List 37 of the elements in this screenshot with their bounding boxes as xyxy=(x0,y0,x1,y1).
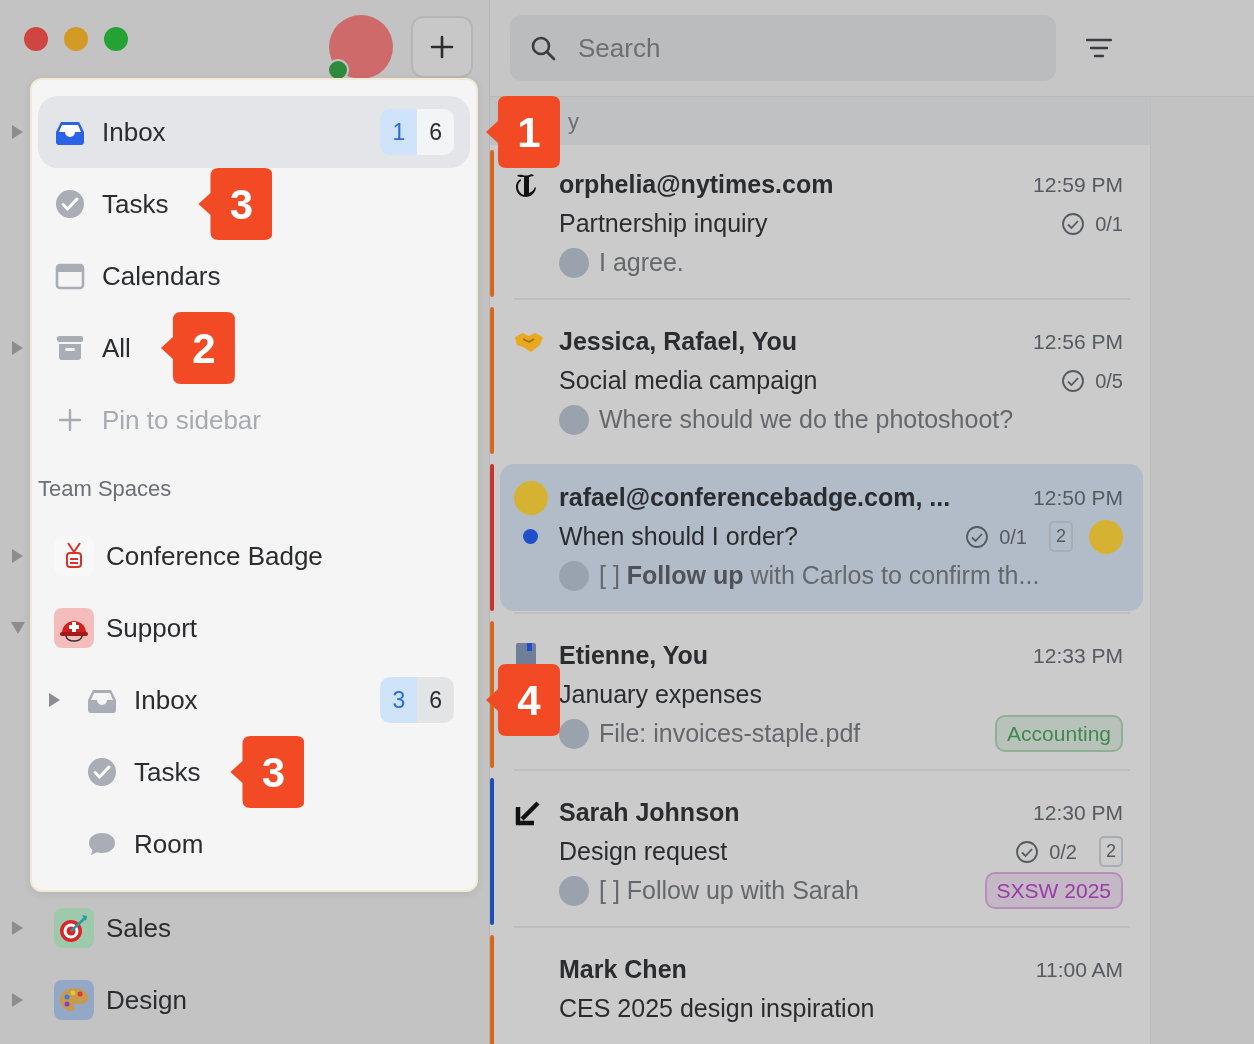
sender-name: Sarah Johnson xyxy=(559,796,741,828)
tag-label: Accounting xyxy=(995,714,1123,753)
callout-tooltip: 1 xyxy=(486,96,560,168)
message-time: 11:00 AM xyxy=(1035,956,1123,983)
message-subject: Design request xyxy=(559,835,729,867)
message-preview: [ ] Follow up with Sarah xyxy=(599,874,860,906)
message-preview: [ ] Follow up with Carlos to confirm th... xyxy=(599,559,1041,591)
callout-tooltip: 4 xyxy=(486,664,560,736)
callout-tooltip: 3 xyxy=(198,168,273,240)
message-subject: January expenses xyxy=(559,678,763,710)
sender-name: Jessica, Rafael, You xyxy=(559,325,799,357)
message-preview: File: invoices-staple.pdf xyxy=(599,717,862,749)
section-title: Team Spaces xyxy=(38,474,173,503)
sender-name: Mark Chen xyxy=(559,953,688,985)
task-count: 0/5 xyxy=(1095,368,1123,394)
sender-name: orphelia@nytimes.com xyxy=(559,168,835,200)
message-preview: Where should we do the photoshoot? xyxy=(599,403,1015,435)
message-time: 12:30 PM xyxy=(1033,799,1123,826)
message-time: 12:50 PM xyxy=(1033,484,1123,511)
task-count: 0/2 xyxy=(1049,839,1077,865)
message-preview: I agree. xyxy=(599,246,685,278)
callout-tooltip: 3 xyxy=(230,736,305,808)
tag-label: SXSW 2025 xyxy=(984,871,1123,910)
sender-name: Etienne, You xyxy=(559,639,710,671)
message-subject: Partnership inquiry xyxy=(559,207,769,239)
reply-count: 2 xyxy=(1099,836,1123,867)
callout-tooltip: 2 xyxy=(160,312,235,384)
task-count: 0/1 xyxy=(999,524,1027,550)
task-count: 0/1 xyxy=(1095,211,1123,237)
message-subject: When should I order? xyxy=(559,520,800,552)
message-time: 12:56 PM xyxy=(1033,328,1123,355)
message-subject: CES 2025 design inspiration xyxy=(559,992,876,1024)
message-time: 12:59 PM xyxy=(1033,171,1123,198)
reply-count: 2 xyxy=(1049,521,1073,552)
message-time: 12:33 PM xyxy=(1033,642,1123,669)
sender-name: rafael@conferencebadge.com, ... xyxy=(559,481,952,513)
message-subject: Social media campaign xyxy=(559,364,819,396)
